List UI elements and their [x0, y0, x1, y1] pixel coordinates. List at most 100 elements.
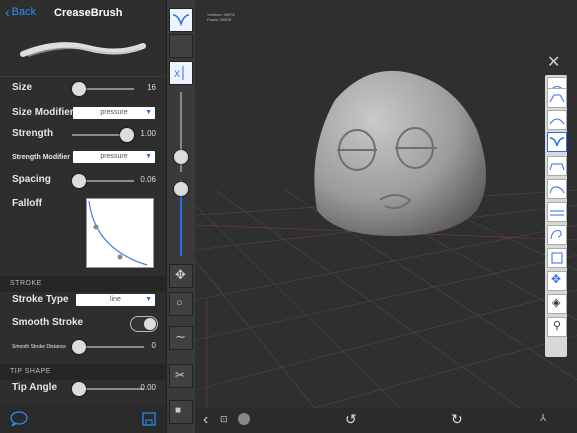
- size-modifier-row: Size Modifier pressure ▼: [0, 103, 166, 125]
- size-modifier-value: pressure: [100, 109, 128, 116]
- viewport-bottom-bar: ‹ ⊡ ↺ ↻ ⅄: [195, 408, 577, 433]
- symmetry-button[interactable]: X: [169, 61, 193, 85]
- expand-arrows-icon[interactable]: ✕: [547, 52, 560, 72]
- stroke-type-select[interactable]: line ▼: [76, 294, 155, 306]
- crease-brush-icon: [172, 14, 190, 27]
- mask-square-icon: [551, 252, 563, 264]
- falloff-control-point[interactable]: [93, 224, 99, 230]
- brush-flatten-button[interactable]: [547, 156, 567, 176]
- brush-pinch-button[interactable]: [547, 202, 567, 222]
- light-button[interactable]: ○: [169, 292, 193, 316]
- brush-layer-button[interactable]: ⚲: [547, 317, 567, 337]
- spacing-label: Spacing: [12, 174, 51, 185]
- spacing-slider-knob[interactable]: [72, 174, 86, 188]
- panel-header: ‹ Back CreaseBrush: [0, 0, 166, 26]
- move-arrows-icon: ✥: [175, 267, 186, 282]
- brush-mask-button[interactable]: [547, 248, 567, 268]
- brush-strength-vertical-knob[interactable]: [174, 182, 188, 196]
- tip-angle-slider-knob[interactable]: [72, 382, 86, 396]
- move-arrows-icon: ✥: [551, 272, 562, 286]
- smooth-distance-label: Smooth Stroke Distance: [12, 344, 66, 350]
- brush-fill-button[interactable]: [547, 179, 567, 199]
- target-icon: ◈: [552, 297, 561, 309]
- strength-modifier-row: Strength Modifier pressure ▼: [0, 147, 166, 169]
- brush-palette: ✥ ◈ ⚲: [545, 75, 567, 357]
- stroke-section-title: STROKE: [10, 280, 42, 287]
- scissors-icon: ✂: [175, 368, 186, 382]
- lightbulb-icon: ○: [176, 297, 183, 309]
- pinch-brush-icon: [550, 210, 564, 216]
- svg-text:X: X: [174, 69, 180, 79]
- strength-modifier-select[interactable]: pressure ▼: [73, 151, 155, 163]
- panel-bottom-bar: [0, 405, 166, 433]
- smooth-stroke-row: Smooth Stroke: [0, 313, 166, 335]
- flatten-brush-icon: [549, 163, 565, 171]
- tools-button[interactable]: ✂: [169, 364, 193, 388]
- strength-modifier-value: pressure: [100, 153, 128, 160]
- falloff-curve: [88, 200, 148, 266]
- strength-row: Strength 1.00: [0, 124, 166, 146]
- chat-bubble-icon[interactable]: [10, 411, 28, 427]
- inflate-brush-icon: [550, 230, 562, 240]
- brush-size-vertical-knob[interactable]: [174, 150, 188, 164]
- size-modifier-select[interactable]: pressure ▼: [73, 107, 155, 119]
- mesh-stats: Vertices: 98978 Faces: 98978: [207, 12, 235, 22]
- strength-value: 1.00: [140, 129, 156, 138]
- fill-brush-icon: [549, 186, 565, 194]
- video-camera-icon: ■: [175, 405, 182, 416]
- smooth-stroke-toggle[interactable]: [130, 316, 158, 332]
- current-brush-button[interactable]: [169, 8, 193, 32]
- brush-inflate-button[interactable]: [547, 225, 567, 245]
- brush-settings-panel: ‹ Back CreaseBrush Size 16 Size Modifier…: [0, 0, 166, 433]
- brush-grab-button[interactable]: ◈: [547, 294, 567, 314]
- tool-strip: X ✥ ○ ∼ ✂ ■: [166, 0, 196, 433]
- size-label: Size: [12, 82, 33, 93]
- axis-gizmo-icon[interactable]: ⅄: [540, 413, 546, 424]
- falloff-control-point[interactable]: [117, 254, 123, 260]
- caret-down-icon: ▼: [145, 153, 152, 160]
- strength-slider-knob[interactable]: [120, 128, 134, 142]
- size-slider-knob[interactable]: [72, 82, 86, 96]
- caret-down-icon: ▼: [145, 109, 152, 116]
- stroke-type-label: Stroke Type: [12, 294, 69, 305]
- brush-smooth-button[interactable]: [547, 110, 567, 130]
- divider: [0, 76, 166, 77]
- strength-modifier-label: Strength Modifier: [12, 154, 70, 161]
- brush-clay-button[interactable]: [547, 88, 567, 108]
- brush-move-button[interactable]: ✥: [547, 271, 567, 291]
- tip-angle-label: Tip Angle: [12, 382, 57, 393]
- chevron-left-icon: ‹: [5, 4, 10, 20]
- caret-down-icon: ▼: [145, 296, 152, 303]
- move-tool-button[interactable]: ✥: [169, 264, 193, 288]
- camera-button[interactable]: ■: [169, 400, 193, 424]
- chevron-left-icon[interactable]: ‹: [203, 411, 208, 429]
- smooth-distance-value: 0: [151, 341, 156, 350]
- smooth-distance-slider-knob[interactable]: [72, 340, 86, 354]
- pin-icon: ⚲: [553, 320, 562, 332]
- spacing-row: Spacing 0.06: [0, 170, 166, 192]
- brush-title: CreaseBrush: [54, 7, 123, 19]
- redo-icon[interactable]: ↻: [451, 411, 463, 428]
- matcap-sphere-icon[interactable]: [238, 413, 250, 425]
- size-value: 16: [147, 83, 156, 92]
- scene-canvas: [195, 70, 577, 433]
- face-count: Faces: 98978: [207, 17, 232, 22]
- back-label: Back: [11, 6, 37, 18]
- stroke-button[interactable]: ∼: [169, 326, 193, 350]
- stroke-preview-image: [20, 42, 146, 57]
- brush-crease-button[interactable]: [547, 132, 567, 152]
- save-icon[interactable]: [142, 412, 156, 426]
- back-button[interactable]: ‹ Back: [5, 4, 37, 20]
- 3d-viewport[interactable]: Vertices: 98978 Faces: 98978 ✕: [195, 0, 577, 433]
- tip-angle-row: Tip Angle 0.00: [0, 378, 166, 400]
- brush-slot-button[interactable]: [169, 34, 193, 58]
- stroke-type-row: Stroke Type line ▼: [0, 290, 166, 312]
- tip-section-title: TIP SHAPE: [10, 368, 51, 375]
- falloff-curve-editor[interactable]: [86, 198, 154, 268]
- undo-icon[interactable]: ↺: [345, 411, 357, 428]
- size-row: Size 16: [0, 78, 166, 100]
- strength-label: Strength: [12, 128, 54, 139]
- smooth-stroke-label: Smooth Stroke: [12, 317, 84, 328]
- frame-icon[interactable]: ⊡: [220, 414, 228, 425]
- stroke-type-value: line: [110, 296, 121, 303]
